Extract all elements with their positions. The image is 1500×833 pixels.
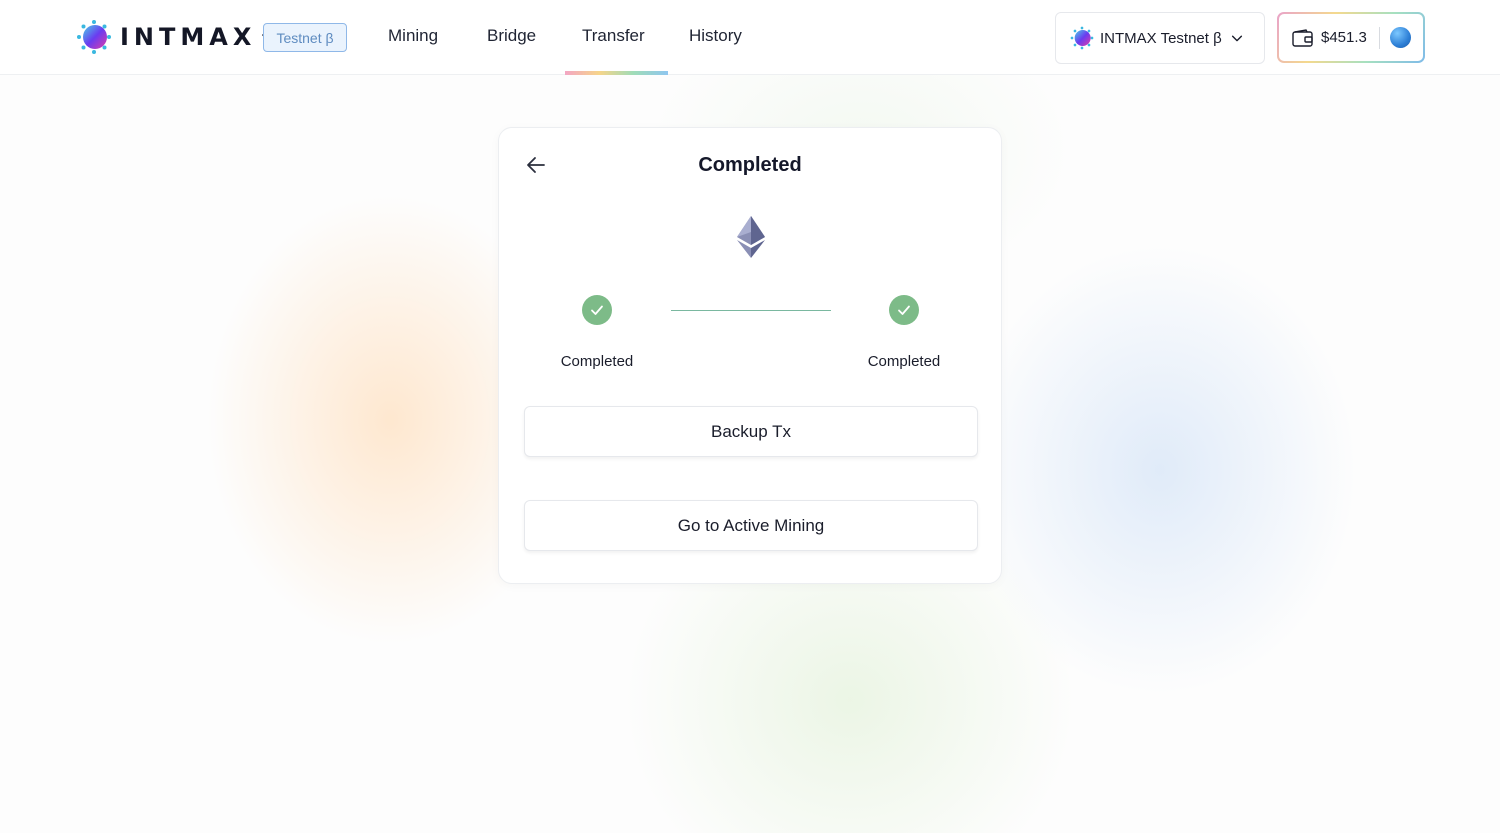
top-header: INTMAX Testnet β Mining Bridge Transfer … xyxy=(0,0,1500,75)
step-2-check-icon xyxy=(889,295,919,325)
step-2-label: Completed xyxy=(867,353,941,370)
step-1-label: Completed xyxy=(560,353,634,370)
step-connector xyxy=(671,310,831,311)
transfer-status-card: Completed Completed Completed Backup Tx … xyxy=(498,127,1002,584)
ethereum-icon xyxy=(737,216,765,258)
nav-bridge[interactable]: Bridge xyxy=(487,26,536,46)
intmax-logo-icon xyxy=(1070,26,1094,50)
active-tab-indicator xyxy=(565,71,668,75)
testnet-badge: Testnet β xyxy=(263,23,347,52)
divider xyxy=(1378,26,1380,49)
logo-text: INTMAX xyxy=(120,23,257,51)
account-avatar xyxy=(1389,27,1411,48)
wallet-icon xyxy=(1292,28,1313,47)
nav-mining[interactable]: Mining xyxy=(388,26,438,46)
step-1-check-icon xyxy=(582,295,612,325)
logo[interactable]: INTMAX xyxy=(76,19,276,55)
chevron-down-icon xyxy=(1231,35,1242,42)
wallet-button[interactable]: $451.3 xyxy=(1277,12,1425,63)
card-title: Completed xyxy=(698,154,802,176)
network-label: INTMAX Testnet β xyxy=(1100,29,1222,47)
intmax-logo-icon xyxy=(77,20,111,54)
go-to-active-mining-button[interactable]: Go to Active Mining xyxy=(524,500,978,551)
nav-transfer[interactable]: Transfer xyxy=(582,26,645,46)
wallet-balance: $451.3 xyxy=(1321,29,1367,46)
backup-tx-button[interactable]: Backup Tx xyxy=(524,406,978,457)
network-selector[interactable]: INTMAX Testnet β xyxy=(1055,12,1265,64)
nav-history[interactable]: History xyxy=(689,26,742,46)
